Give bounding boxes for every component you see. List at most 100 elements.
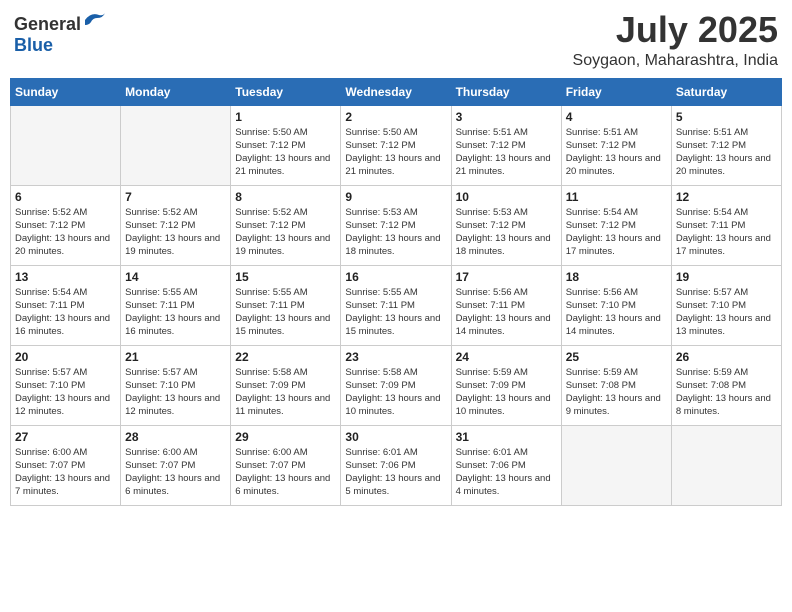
day-info: Sunrise: 5:53 AM Sunset: 7:12 PM Dayligh…	[345, 206, 446, 259]
logo-text: General Blue	[14, 10, 107, 56]
logo: General Blue	[14, 10, 107, 56]
day-info: Sunrise: 5:59 AM Sunset: 7:08 PM Dayligh…	[676, 366, 777, 419]
day-info: Sunrise: 5:59 AM Sunset: 7:09 PM Dayligh…	[456, 366, 557, 419]
day-number: 21	[125, 350, 226, 364]
day-info: Sunrise: 5:56 AM Sunset: 7:11 PM Dayligh…	[456, 286, 557, 339]
day-number: 24	[456, 350, 557, 364]
table-row: 2 Sunrise: 5:50 AM Sunset: 7:12 PM Daylig…	[341, 105, 451, 185]
table-row: 4 Sunrise: 5:51 AM Sunset: 7:12 PM Daylig…	[561, 105, 671, 185]
table-row: 26 Sunrise: 5:59 AM Sunset: 7:08 PM Dayli…	[671, 345, 781, 425]
table-row: 25 Sunrise: 5:59 AM Sunset: 7:08 PM Dayli…	[561, 345, 671, 425]
calendar-week-row: 27 Sunrise: 6:00 AM Sunset: 7:07 PM Dayli…	[11, 425, 782, 505]
table-row: 30Sunrise: 6:01 AM Sunset: 7:06 PM Dayli…	[341, 425, 451, 505]
day-number: 18	[566, 270, 667, 284]
table-row: 23 Sunrise: 5:58 AM Sunset: 7:09 PM Dayli…	[341, 345, 451, 425]
table-row: 18 Sunrise: 5:56 AM Sunset: 7:10 PM Dayli…	[561, 265, 671, 345]
day-info: Sunrise: 5:57 AM Sunset: 7:10 PM Dayligh…	[125, 366, 226, 419]
day-number: 29	[235, 430, 336, 444]
day-number: 1	[235, 110, 336, 124]
table-row: 5 Sunrise: 5:51 AM Sunset: 7:12 PM Daylig…	[671, 105, 781, 185]
day-number: 2	[345, 110, 446, 124]
table-row: 22 Sunrise: 5:58 AM Sunset: 7:09 PM Dayli…	[231, 345, 341, 425]
table-row: 8 Sunrise: 5:52 AM Sunset: 7:12 PM Daylig…	[231, 185, 341, 265]
day-number: 19	[676, 270, 777, 284]
col-friday: Friday	[561, 78, 671, 105]
calendar-week-row: 20 Sunrise: 5:57 AM Sunset: 7:10 PM Dayli…	[11, 345, 782, 425]
day-info: Sunrise: 5:57 AM Sunset: 7:10 PM Dayligh…	[676, 286, 777, 339]
title-section: July 2025 Soygaon, Maharashtra, India	[573, 10, 778, 70]
day-info: Sunrise: 5:55 AM Sunset: 7:11 PM Dayligh…	[345, 286, 446, 339]
table-row: 10Sunrise: 5:53 AM Sunset: 7:12 PM Dayli…	[451, 185, 561, 265]
table-row	[671, 425, 781, 505]
day-number: 26	[676, 350, 777, 364]
day-info: Sunrise: 5:55 AM Sunset: 7:11 PM Dayligh…	[235, 286, 336, 339]
day-info: Sunrise: 5:50 AM Sunset: 7:12 PM Dayligh…	[235, 126, 336, 179]
day-info: Sunrise: 5:55 AM Sunset: 7:11 PM Dayligh…	[125, 286, 226, 339]
day-number: 8	[235, 190, 336, 204]
day-info: Sunrise: 6:00 AM Sunset: 7:07 PM Dayligh…	[15, 446, 116, 499]
day-number: 5	[676, 110, 777, 124]
day-info: Sunrise: 5:51 AM Sunset: 7:12 PM Dayligh…	[676, 126, 777, 179]
table-row: 20Sunrise: 5:57 AM Sunset: 7:10 PM Dayli…	[11, 345, 121, 425]
day-number: 13	[15, 270, 116, 284]
day-info: Sunrise: 5:51 AM Sunset: 7:12 PM Dayligh…	[566, 126, 667, 179]
table-row: 31 Sunrise: 6:01 AM Sunset: 7:06 PM Dayli…	[451, 425, 561, 505]
table-row: 14Sunrise: 5:55 AM Sunset: 7:11 PM Dayli…	[121, 265, 231, 345]
calendar-week-row: 1 Sunrise: 5:50 AM Sunset: 7:12 PM Daylig…	[11, 105, 782, 185]
table-row: 13 Sunrise: 5:54 AM Sunset: 7:11 PM Dayli…	[11, 265, 121, 345]
location-subtitle: Soygaon, Maharashtra, India	[573, 52, 778, 70]
day-number: 23	[345, 350, 446, 364]
table-row: 15 Sunrise: 5:55 AM Sunset: 7:11 PM Dayli…	[231, 265, 341, 345]
day-number: 4	[566, 110, 667, 124]
day-info: Sunrise: 5:58 AM Sunset: 7:09 PM Dayligh…	[345, 366, 446, 419]
day-info: Sunrise: 6:00 AM Sunset: 7:07 PM Dayligh…	[235, 446, 336, 499]
day-number: 7	[125, 190, 226, 204]
calendar-week-row: 13 Sunrise: 5:54 AM Sunset: 7:11 PM Dayli…	[11, 265, 782, 345]
table-row	[11, 105, 121, 185]
table-row: 3Sunrise: 5:51 AM Sunset: 7:12 PM Daylig…	[451, 105, 561, 185]
day-number: 6	[15, 190, 116, 204]
table-row: 7Sunrise: 5:52 AM Sunset: 7:12 PM Daylig…	[121, 185, 231, 265]
day-info: Sunrise: 5:54 AM Sunset: 7:11 PM Dayligh…	[15, 286, 116, 339]
day-number: 20	[15, 350, 116, 364]
day-info: Sunrise: 5:54 AM Sunset: 7:12 PM Dayligh…	[566, 206, 667, 259]
table-row: 27 Sunrise: 6:00 AM Sunset: 7:07 PM Dayli…	[11, 425, 121, 505]
day-info: Sunrise: 5:58 AM Sunset: 7:09 PM Dayligh…	[235, 366, 336, 419]
col-monday: Monday	[121, 78, 231, 105]
day-number: 28	[125, 430, 226, 444]
day-info: Sunrise: 5:52 AM Sunset: 7:12 PM Dayligh…	[235, 206, 336, 259]
table-row: 12 Sunrise: 5:54 AM Sunset: 7:11 PM Dayli…	[671, 185, 781, 265]
day-info: Sunrise: 5:50 AM Sunset: 7:12 PM Dayligh…	[345, 126, 446, 179]
day-number: 17	[456, 270, 557, 284]
table-row: 11Sunrise: 5:54 AM Sunset: 7:12 PM Dayli…	[561, 185, 671, 265]
table-row: 21 Sunrise: 5:57 AM Sunset: 7:10 PM Dayli…	[121, 345, 231, 425]
day-number: 22	[235, 350, 336, 364]
table-row: 6 Sunrise: 5:52 AM Sunset: 7:12 PM Daylig…	[11, 185, 121, 265]
day-info: Sunrise: 5:59 AM Sunset: 7:08 PM Dayligh…	[566, 366, 667, 419]
day-number: 9	[345, 190, 446, 204]
table-row: 9 Sunrise: 5:53 AM Sunset: 7:12 PM Daylig…	[341, 185, 451, 265]
day-info: Sunrise: 5:56 AM Sunset: 7:10 PM Dayligh…	[566, 286, 667, 339]
day-info: Sunrise: 6:00 AM Sunset: 7:07 PM Dayligh…	[125, 446, 226, 499]
table-row: 16 Sunrise: 5:55 AM Sunset: 7:11 PM Dayli…	[341, 265, 451, 345]
table-row: 29 Sunrise: 6:00 AM Sunset: 7:07 PM Dayli…	[231, 425, 341, 505]
day-number: 30	[345, 430, 446, 444]
table-row: 19 Sunrise: 5:57 AM Sunset: 7:10 PM Dayli…	[671, 265, 781, 345]
col-sunday: Sunday	[11, 78, 121, 105]
day-number: 25	[566, 350, 667, 364]
day-number: 16	[345, 270, 446, 284]
calendar-week-row: 6 Sunrise: 5:52 AM Sunset: 7:12 PM Daylig…	[11, 185, 782, 265]
day-number: 15	[235, 270, 336, 284]
day-info: Sunrise: 5:52 AM Sunset: 7:12 PM Dayligh…	[15, 206, 116, 259]
day-info: Sunrise: 5:54 AM Sunset: 7:11 PM Dayligh…	[676, 206, 777, 259]
day-info: Sunrise: 6:01 AM Sunset: 7:06 PM Dayligh…	[456, 446, 557, 499]
logo-blue: Blue	[14, 35, 53, 55]
calendar-header-row: Sunday Monday Tuesday Wednesday Thursday…	[11, 78, 782, 105]
logo-general: General	[14, 14, 81, 34]
day-number: 31	[456, 430, 557, 444]
day-number: 27	[15, 430, 116, 444]
month-year-title: July 2025	[573, 10, 778, 50]
day-number: 12	[676, 190, 777, 204]
col-wednesday: Wednesday	[341, 78, 451, 105]
col-thursday: Thursday	[451, 78, 561, 105]
